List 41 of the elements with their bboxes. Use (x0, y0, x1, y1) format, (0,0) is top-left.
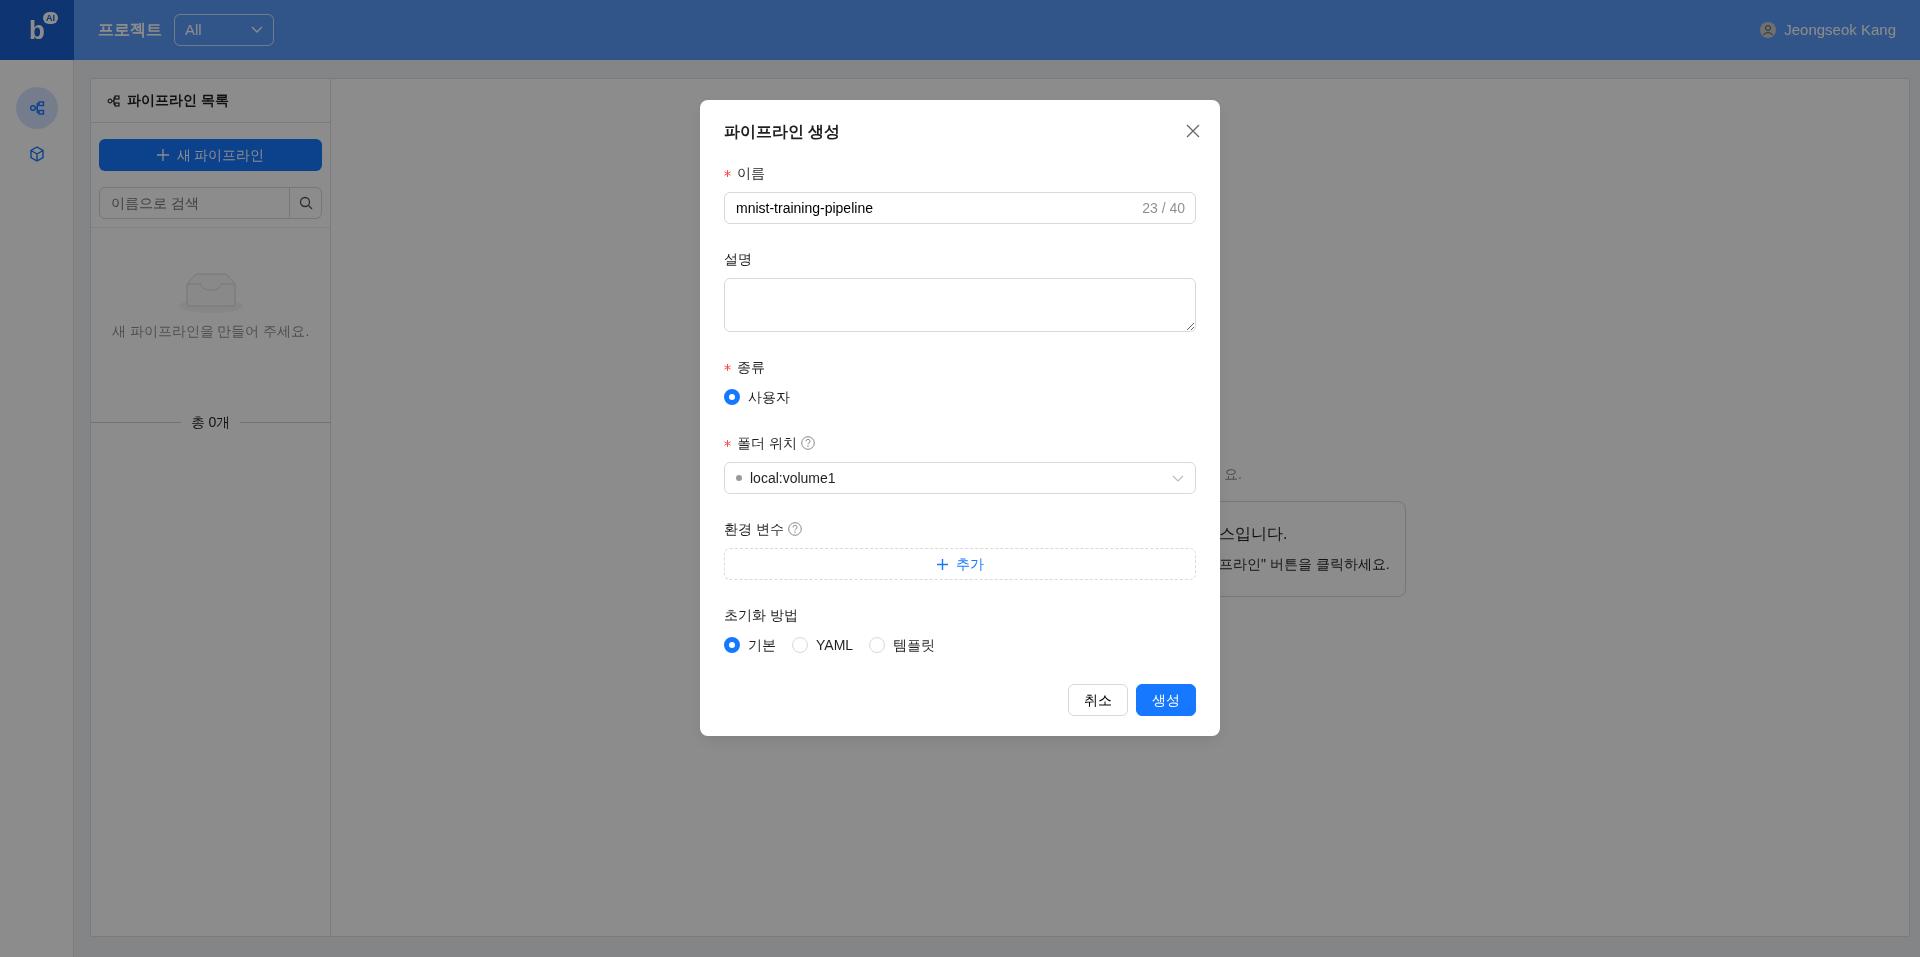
radio-label[interactable]: 기본 (748, 634, 776, 656)
chevron-down-icon (251, 26, 263, 34)
plus-icon (156, 149, 169, 161)
search-button[interactable] (290, 187, 322, 219)
close-icon (1186, 124, 1200, 139)
field-label: 종류 (737, 357, 765, 377)
cancel-button[interactable]: 취소 (1068, 684, 1128, 716)
radio-button[interactable] (724, 637, 740, 653)
search-field[interactable]: 이름으로 검색 (99, 187, 290, 219)
field-label: 설명 (724, 249, 752, 269)
chevron-down-icon (1172, 474, 1184, 482)
add-button[interactable]: 추가 (724, 548, 1196, 580)
search-icon (298, 196, 313, 210)
radio-label[interactable]: 사용자 (748, 386, 790, 408)
cube-icon (28, 146, 45, 162)
hint-text: 요. (1224, 465, 1242, 484)
project-label: 프로젝트 (98, 20, 162, 40)
pipeline-icon (28, 100, 45, 116)
panel-title: 파이프라인 목록 (127, 91, 229, 110)
radio-button[interactable] (724, 389, 740, 405)
field-label: 환경 변수 (724, 519, 784, 539)
info-text: 프라인" 버튼을 클릭하세요. (1219, 555, 1391, 574)
status-dot-icon (736, 475, 742, 481)
folder-select[interactable]: local:volume1 (724, 462, 1196, 494)
field-label: 이름 (737, 163, 765, 183)
create-button[interactable]: 생성 (1136, 684, 1196, 716)
user-icon (1760, 22, 1777, 38)
character-counter: 23 / 40 (1142, 199, 1185, 218)
pipeline-icon (107, 94, 121, 107)
radio-label[interactable]: 템플릿 (893, 634, 936, 656)
total-count: 총 0개 (190, 413, 231, 432)
dialog-title: 파이프라인 생성 (724, 122, 841, 142)
description-field[interactable] (724, 278, 1196, 332)
folder-value: local:volume1 (750, 468, 836, 488)
empty-message: 새 파이프라인을 만들어 주세요. (111, 322, 310, 341)
radio-label[interactable]: YAML (816, 634, 854, 656)
rail-button[interactable] (15, 87, 58, 129)
info-title: 스입니다. (1219, 524, 1289, 544)
field-label: 폴더 위치 (737, 433, 797, 453)
plus-icon (936, 558, 948, 570)
field-label: 초기화 방법 (724, 605, 798, 625)
